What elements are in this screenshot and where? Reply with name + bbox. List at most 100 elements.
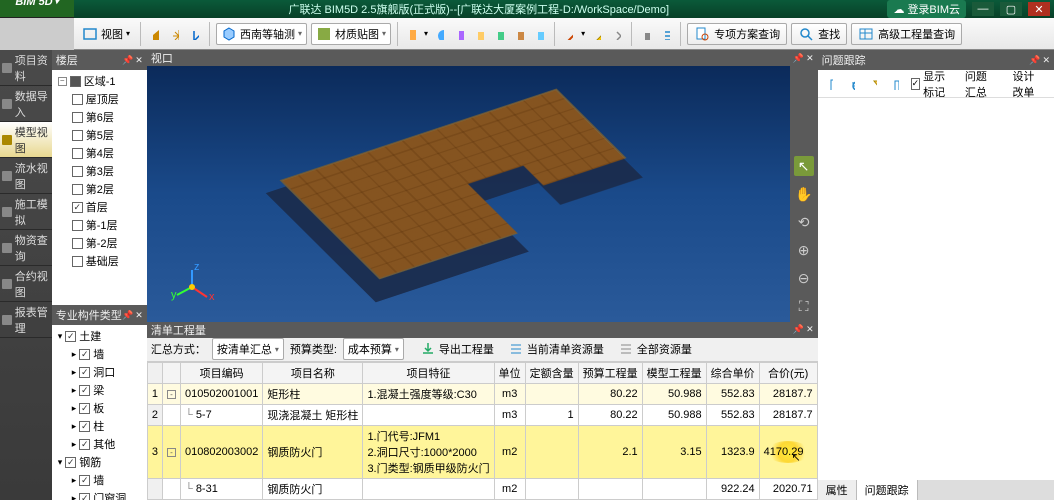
floor-item[interactable]: 第3层 bbox=[54, 162, 145, 180]
floor-item[interactable]: 第-2层 bbox=[54, 234, 145, 252]
col-header[interactable]: 项目名称 bbox=[263, 362, 363, 383]
tree-root[interactable]: −区域-1 bbox=[54, 72, 145, 90]
type-item[interactable]: ▸梁 bbox=[54, 381, 145, 399]
chevron-right-icon[interactable]: ▸ bbox=[72, 493, 77, 500]
nav-material[interactable]: 物资查询 bbox=[0, 230, 52, 266]
panel-close-icon[interactable]: ✕ bbox=[806, 324, 814, 335]
mode-combo[interactable]: 按清单汇总▾ bbox=[212, 338, 284, 360]
floor-item[interactable]: 屋顶层 bbox=[54, 90, 145, 108]
axis-view-combo[interactable]: 西南等轴测▾ bbox=[216, 23, 307, 45]
home-icon[interactable] bbox=[147, 26, 163, 42]
floor-item[interactable]: 基础层 bbox=[54, 252, 145, 270]
type-group[interactable]: ▾土建 bbox=[54, 327, 145, 345]
table-row[interactable]: └ 8-31钢质防火门m2922.242020.71 bbox=[147, 478, 817, 499]
checkbox-icon[interactable] bbox=[79, 439, 90, 450]
nav-report[interactable]: 报表管理 bbox=[0, 302, 52, 338]
table-row[interactable]: 2└ 5-7现浇混凝土 矩形柱m3180.2250.988552.8328187… bbox=[147, 404, 817, 425]
tool6-icon[interactable] bbox=[512, 26, 528, 42]
fit-tool[interactable]: ⛶ bbox=[794, 296, 814, 316]
chevron-down-icon[interactable]: ▾ bbox=[58, 457, 63, 468]
select-tool[interactable]: ↖ bbox=[794, 156, 814, 176]
pin-icon[interactable]: 📌 bbox=[1029, 55, 1040, 66]
floors-tree[interactable]: −区域-1屋顶层第6层第5层第4层第3层第2层首层第-1层第-2层基础层 bbox=[52, 70, 147, 305]
checkbox-icon[interactable] bbox=[72, 166, 83, 177]
type-item[interactable]: ▸门窗洞 bbox=[54, 489, 145, 500]
tool7-icon[interactable] bbox=[532, 26, 548, 42]
type-item[interactable]: ▸洞口 bbox=[54, 363, 145, 381]
pan-tool[interactable]: ✋ bbox=[794, 184, 814, 204]
3d-viewport[interactable]: x y z bbox=[147, 66, 790, 321]
col-header[interactable]: 定额含量 bbox=[525, 362, 578, 383]
chevron-right-icon[interactable]: ▸ bbox=[72, 403, 77, 414]
table-row[interactable]: 1-010502001001矩形柱1.混凝土强度等级:C30m380.2250.… bbox=[147, 383, 817, 404]
floor-item[interactable]: 第4层 bbox=[54, 144, 145, 162]
issue-summary-button[interactable]: 问题汇总 bbox=[961, 66, 1001, 102]
checkbox-icon[interactable] bbox=[79, 367, 90, 378]
checkbox-icon[interactable] bbox=[72, 94, 83, 105]
checkbox-icon[interactable] bbox=[72, 238, 83, 249]
all-res-button[interactable]: 全部资源量 bbox=[614, 339, 696, 359]
filter-icon[interactable] bbox=[867, 76, 881, 92]
tool4-icon[interactable] bbox=[472, 26, 488, 42]
chevron-right-icon[interactable]: ▸ bbox=[72, 385, 77, 396]
panel-close-icon[interactable]: ✕ bbox=[1042, 55, 1050, 66]
close-button[interactable]: ✕ bbox=[1028, 2, 1050, 16]
axis-gizmo[interactable]: x y z bbox=[167, 262, 217, 312]
checkbox-icon[interactable] bbox=[79, 349, 90, 360]
checkbox-icon[interactable] bbox=[79, 385, 90, 396]
type-item[interactable]: ▸墙 bbox=[54, 471, 145, 489]
orbit-tool[interactable]: ⟲ bbox=[794, 212, 814, 232]
type-item[interactable]: ▸墙 bbox=[54, 345, 145, 363]
chevron-right-icon[interactable]: ▸ bbox=[72, 367, 77, 378]
minimize-button[interactable]: — bbox=[972, 2, 994, 16]
checkbox-icon[interactable] bbox=[65, 457, 76, 468]
print-icon[interactable] bbox=[638, 26, 654, 42]
measure-icon[interactable] bbox=[561, 26, 577, 42]
col-header[interactable]: 预算工程量 bbox=[578, 362, 642, 383]
gizmo-icon[interactable] bbox=[167, 26, 183, 42]
checkbox-icon[interactable] bbox=[79, 493, 90, 500]
nav-sim[interactable]: 施工模拟 bbox=[0, 194, 52, 230]
col-header[interactable]: 合价(元) bbox=[759, 362, 817, 383]
new-issue-icon[interactable] bbox=[824, 76, 838, 92]
floor-item[interactable]: 第-1层 bbox=[54, 216, 145, 234]
checkbox-icon[interactable] bbox=[72, 202, 83, 213]
tab-properties[interactable]: 属性 bbox=[818, 480, 857, 500]
issue-list[interactable] bbox=[818, 98, 1054, 480]
tool5-icon[interactable] bbox=[492, 26, 508, 42]
columns-icon[interactable] bbox=[889, 76, 903, 92]
qty-grid[interactable]: 项目编码项目名称项目特征单位定额含量预算工程量模型工程量综合单价合价(元)1-0… bbox=[147, 362, 818, 500]
nav-folder[interactable]: 项目资料 bbox=[0, 50, 52, 86]
list-icon[interactable] bbox=[658, 26, 674, 42]
checkbox-icon[interactable] bbox=[72, 130, 83, 141]
floor-item[interactable]: 第6层 bbox=[54, 108, 145, 126]
nav-import[interactable]: 数据导入 bbox=[0, 86, 52, 122]
zoom-in-tool[interactable]: ⊕ bbox=[794, 240, 814, 260]
col-header[interactable]: 综合单价 bbox=[706, 362, 759, 383]
nav-flow[interactable]: 流水视图 bbox=[0, 158, 52, 194]
nav-model[interactable]: 模型视图 bbox=[0, 122, 52, 158]
adv-query-button[interactable]: 高级工程量查询 bbox=[851, 23, 962, 45]
checkbox-icon[interactable] bbox=[70, 76, 81, 87]
table-row[interactable]: 3-010802003002钢质防火门1.门代号:JFM12.洞口尺寸:1000… bbox=[147, 425, 817, 478]
pin-icon[interactable]: 📌 bbox=[122, 55, 133, 66]
cloud-login-button[interactable]: ☁ 登录BIM云 bbox=[887, 0, 966, 18]
floor-item[interactable]: 首层 bbox=[54, 198, 145, 216]
query-button[interactable]: 查找 bbox=[791, 23, 847, 45]
checkbox-icon[interactable] bbox=[79, 403, 90, 414]
checkbox-icon[interactable] bbox=[79, 421, 90, 432]
pencil-icon[interactable] bbox=[589, 26, 605, 42]
panel-close-icon[interactable]: ✕ bbox=[806, 53, 814, 64]
tab-issues[interactable]: 问题跟踪 bbox=[857, 480, 918, 500]
special-query-button[interactable]: 专项方案查询 bbox=[687, 23, 787, 45]
collapse-icon[interactable]: − bbox=[58, 77, 67, 86]
type-item[interactable]: ▸板 bbox=[54, 399, 145, 417]
budget-combo[interactable]: 成本预算▾ bbox=[343, 338, 404, 360]
col-header[interactable]: 项目编码 bbox=[180, 362, 262, 383]
refresh-icon[interactable] bbox=[845, 76, 859, 92]
export-qty-button[interactable]: 导出工程量 bbox=[416, 339, 498, 359]
checkbox-icon[interactable] bbox=[72, 112, 83, 123]
panel-close-icon[interactable]: ✕ bbox=[135, 55, 143, 66]
nav-contract[interactable]: 合约视图 bbox=[0, 266, 52, 302]
panel-close-icon[interactable]: ✕ bbox=[135, 310, 143, 321]
